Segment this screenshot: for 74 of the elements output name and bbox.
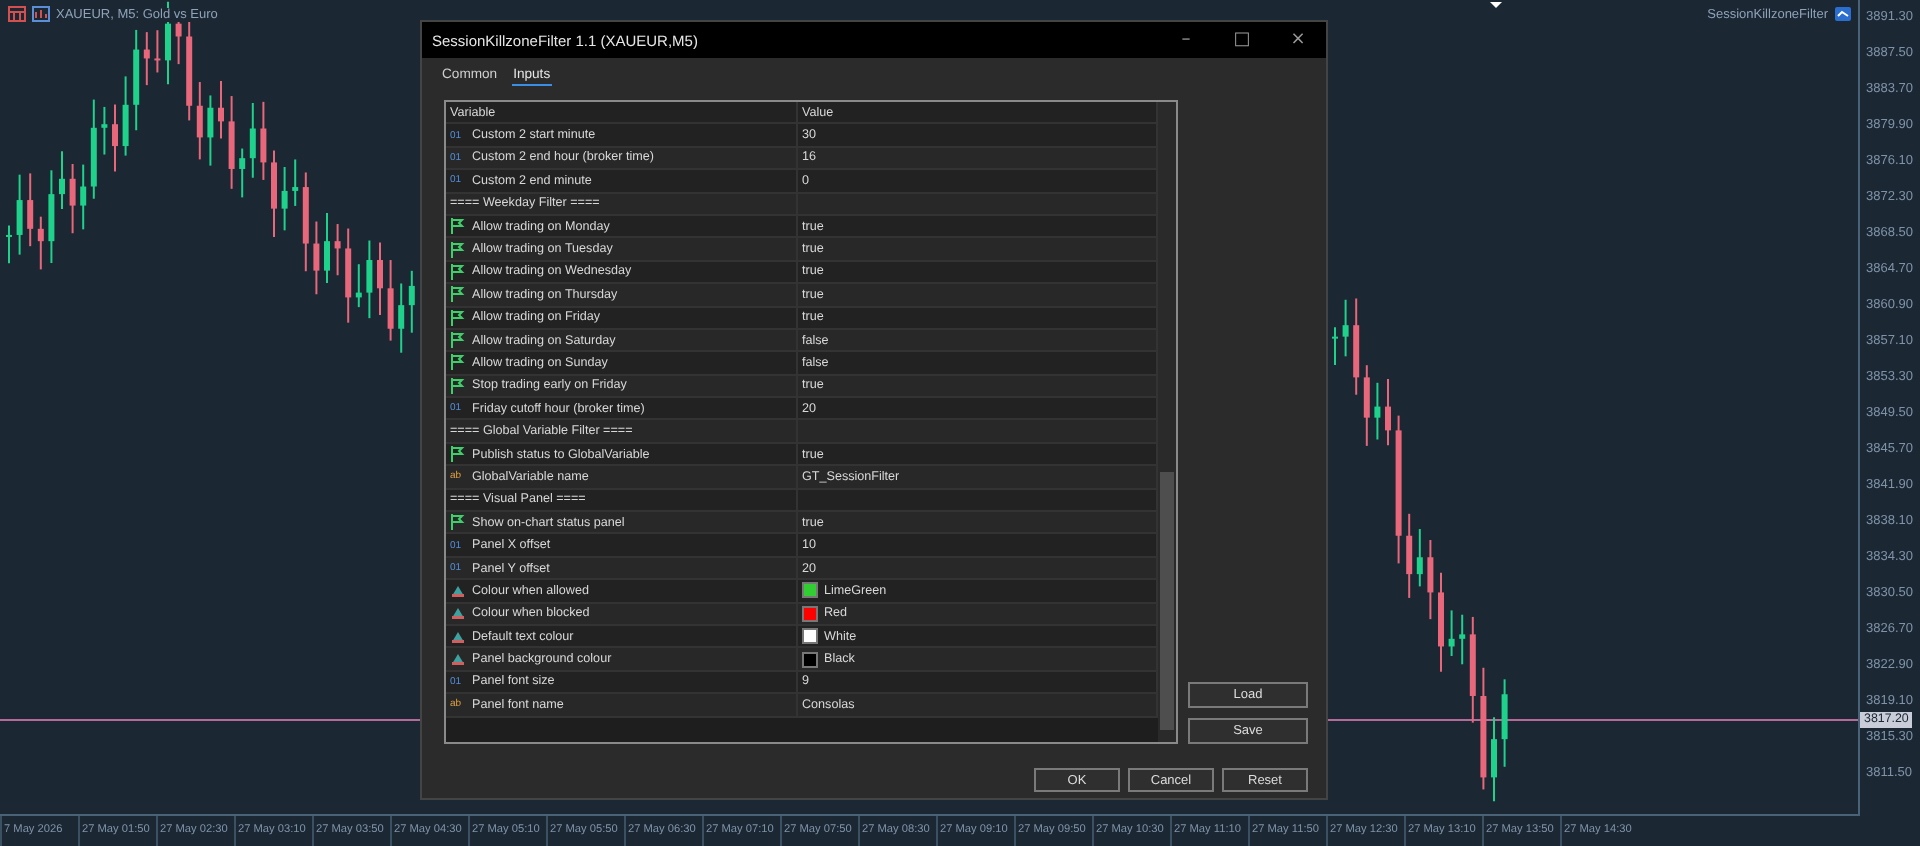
candle [196, 81, 203, 161]
flag-icon [450, 263, 466, 280]
candle [16, 173, 23, 256]
palette-icon [450, 629, 466, 644]
marker-icon [1490, 2, 1502, 8]
candle [366, 239, 373, 320]
maximize-button[interactable]: □ [1214, 22, 1270, 58]
candle [1353, 297, 1360, 396]
candle [249, 102, 256, 179]
flag-icon [450, 309, 466, 326]
candle [80, 163, 87, 231]
flag-icon [450, 241, 466, 258]
candle [218, 80, 224, 140]
candle [1459, 613, 1466, 666]
candle [1438, 571, 1444, 673]
candle [260, 100, 267, 181]
candle [143, 31, 150, 87]
candle [313, 220, 320, 296]
candle [377, 241, 383, 316]
candle [271, 149, 277, 238]
minimize-button[interactable]: – [1158, 22, 1214, 58]
candle [1385, 377, 1391, 447]
candle [1363, 364, 1370, 447]
candle [302, 171, 309, 273]
flag-icon [450, 446, 466, 463]
palette-icon [450, 652, 466, 667]
flag-icon [450, 354, 466, 371]
candle [59, 150, 65, 210]
indicator-icon [1834, 6, 1852, 22]
candle [207, 94, 214, 167]
candle [228, 95, 235, 190]
candle [133, 28, 140, 132]
candle [324, 211, 330, 285]
candle [27, 172, 34, 248]
candle [355, 263, 362, 309]
candle [1480, 666, 1487, 791]
grid-icon [8, 6, 26, 22]
candle [112, 103, 118, 173]
candle [1332, 326, 1338, 367]
candle [48, 169, 55, 265]
candle [387, 259, 394, 342]
flag-icon [450, 514, 466, 531]
candle [1501, 678, 1508, 768]
palette-icon [450, 583, 466, 598]
scrollbar[interactable] [1158, 102, 1176, 742]
candle [281, 166, 288, 232]
flag-icon [450, 332, 466, 349]
candle [408, 269, 415, 334]
candle [345, 227, 352, 324]
candle [1469, 615, 1476, 724]
candle [69, 163, 76, 235]
candle [1448, 609, 1455, 657]
candle [398, 282, 405, 354]
candle [1427, 539, 1434, 621]
candle [122, 75, 129, 157]
candle [1406, 512, 1413, 599]
flag-icon [450, 286, 466, 303]
close-button[interactable]: × [1270, 22, 1326, 58]
candle [292, 158, 299, 207]
candle [239, 147, 246, 199]
candle [101, 105, 108, 156]
flag-icon [450, 377, 466, 394]
candle [1342, 298, 1349, 358]
candle [6, 224, 12, 265]
candle [1491, 716, 1497, 803]
candle [154, 29, 161, 74]
candle [37, 215, 44, 271]
chart-icon [32, 6, 50, 22]
flag-icon [450, 218, 466, 235]
palette-icon [450, 606, 466, 621]
candle [90, 98, 97, 200]
candle [1416, 528, 1423, 588]
candle [1374, 381, 1381, 441]
candle [334, 223, 341, 277]
